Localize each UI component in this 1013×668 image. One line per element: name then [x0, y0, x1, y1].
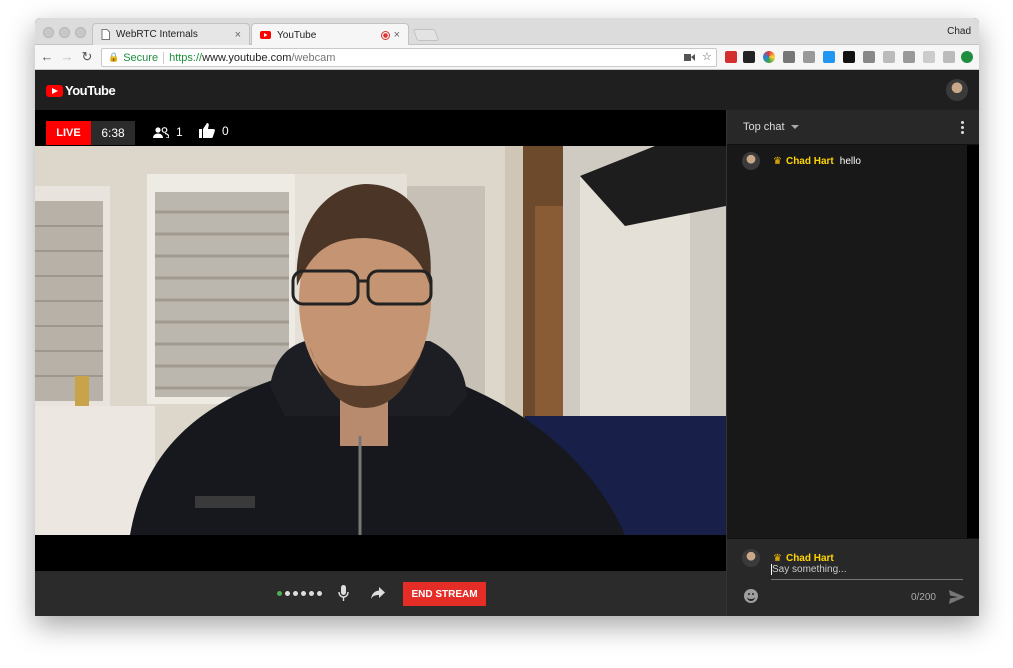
camera-icon[interactable] [684, 53, 695, 62]
self-avatar [742, 549, 760, 567]
tab-bar: WebRTC Internals × YouTube × Chad [35, 18, 979, 46]
chat-mode-label: Top chat [743, 121, 785, 133]
crown-icon: ♛ [773, 155, 782, 167]
youtube-header: YouTube [35, 70, 979, 110]
live-chat-panel: Top chat ♛ Chad Hart hello ♛ Chad Hart S… [726, 110, 979, 616]
more-options-icon[interactable] [961, 121, 964, 136]
pen-icon[interactable] [943, 51, 955, 63]
stream-controls: END STREAM [35, 571, 726, 616]
stream-status-bar: LIVE 6:38 1 0 [35, 110, 726, 146]
input-author-name: Chad Hart [785, 552, 834, 564]
like-count: 0 [199, 123, 229, 138]
author-avatar[interactable] [742, 152, 760, 170]
bookmark-star-icon[interactable]: ☆ [702, 50, 712, 63]
microphone-icon[interactable] [338, 585, 349, 601]
message-text: hello [839, 155, 861, 167]
chat-header: Top chat [727, 110, 979, 145]
url-path: /webcam [291, 51, 336, 64]
like-count-value: 0 [222, 123, 229, 138]
screen-share-icon[interactable] [823, 51, 835, 63]
new-tab-button[interactable] [412, 29, 440, 41]
youtube-wordmark: YouTube [65, 83, 116, 98]
webcam-frame-image [35, 146, 726, 535]
colorzilla-icon[interactable] [763, 51, 775, 63]
a-icon[interactable] [883, 51, 895, 63]
document-icon [101, 29, 110, 40]
adblock-icon[interactable] [725, 51, 737, 63]
w-icon[interactable] [903, 51, 915, 63]
jb-icon[interactable] [843, 51, 855, 63]
close-window-button[interactable] [43, 27, 54, 38]
chat-message-input[interactable]: Say something... [771, 564, 963, 580]
recording-icon [380, 30, 390, 40]
tab-close-icon[interactable]: × [394, 29, 400, 41]
chat-mode-dropdown[interactable]: Top chat [743, 121, 799, 133]
live-badge: LIVE [46, 121, 91, 145]
youtube-logo[interactable]: YouTube [46, 83, 116, 98]
url-scheme: https:// [169, 51, 203, 64]
youtube-play-icon [46, 84, 63, 97]
send-icon[interactable] [949, 590, 965, 604]
minimize-window-button[interactable] [59, 27, 70, 38]
webcam-video-preview[interactable] [35, 146, 726, 535]
stream-timer: 6:38 [91, 121, 135, 145]
divider [163, 51, 165, 64]
video-letterbox [35, 535, 726, 571]
caret-down-icon [790, 125, 799, 129]
account-avatar[interactable] [946, 79, 968, 101]
crown-icon: ♛ [773, 552, 782, 564]
tab-title: WebRTC Internals [116, 29, 198, 40]
url-host: www.youtube.com [202, 51, 292, 64]
chat-input-area: ♛ Chad Hart Say something... 0/200 [727, 538, 979, 616]
lock-icon: 🔒 [108, 52, 120, 62]
address-bar[interactable]: 🔒 Secure https:// www.youtube.com /webca… [101, 48, 717, 67]
grey-icon[interactable] [863, 51, 875, 63]
youtube-favicon-icon [260, 31, 271, 39]
browser-window: WebRTC Internals × YouTube × Chad ← → ↻ … [35, 18, 979, 616]
tab-youtube[interactable]: YouTube × [251, 23, 409, 46]
back-icon[interactable]: ← [39, 49, 55, 65]
signal-dot [293, 591, 298, 596]
share-icon[interactable] [371, 587, 385, 599]
cloud-icon[interactable] [923, 51, 935, 63]
viewer-count: 1 [153, 125, 183, 139]
signal-dot [317, 591, 322, 596]
profile-name[interactable]: Chad [947, 26, 971, 37]
mail-icon[interactable] [783, 51, 795, 63]
buffer-icon[interactable] [743, 51, 755, 63]
browser-toolbar: ← → ↻ 🔒 Secure https:// www.youtube.com … [35, 45, 979, 70]
signal-dot [285, 591, 290, 596]
tab-webrtc-internals[interactable]: WebRTC Internals × [92, 23, 250, 45]
chat-icon[interactable] [803, 51, 815, 63]
character-counter: 0/200 [910, 592, 936, 603]
zoom-window-button[interactable] [75, 27, 86, 38]
chat-input-placeholder: Say something... [772, 564, 847, 576]
tab-title: YouTube [277, 29, 317, 41]
end-stream-button[interactable]: END STREAM [403, 582, 486, 606]
secure-label: Secure [123, 51, 159, 64]
viewer-count-value: 1 [176, 125, 183, 139]
emoji-icon[interactable] [744, 589, 758, 603]
viewers-icon [153, 126, 169, 138]
signal-dot [277, 591, 282, 596]
arrow-up-icon[interactable] [961, 51, 973, 63]
chat-message: ♛ Chad Hart hello [742, 152, 861, 170]
signal-strength-indicator [277, 591, 322, 596]
message-author[interactable]: Chad Hart [786, 156, 834, 167]
tab-close-icon[interactable]: × [235, 29, 241, 41]
signal-dot [301, 591, 306, 596]
chat-scrollbar[interactable] [967, 145, 979, 538]
forward-icon[interactable]: → [59, 49, 75, 65]
signal-dot [309, 591, 314, 596]
reload-icon[interactable]: ↻ [79, 49, 95, 65]
thumbs-up-icon [199, 123, 215, 138]
